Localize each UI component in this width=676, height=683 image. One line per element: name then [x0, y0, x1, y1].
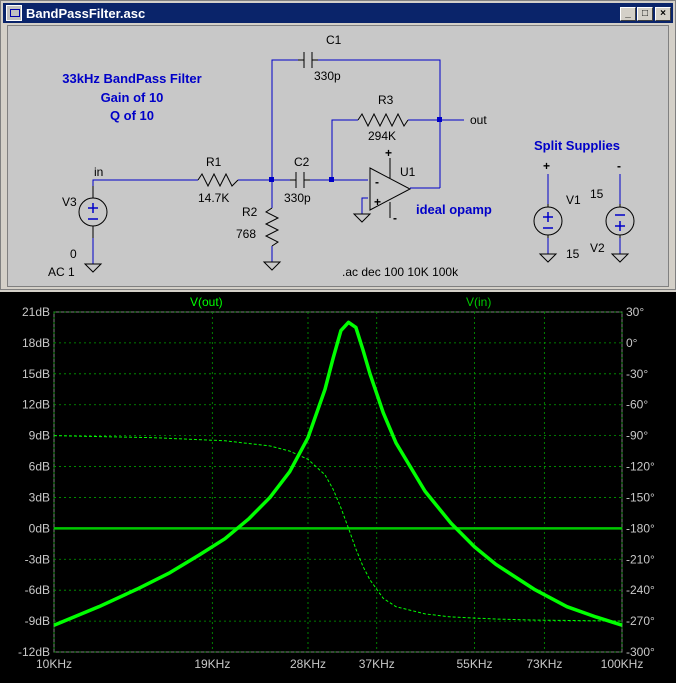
- y-tick-left: 18dB: [22, 336, 50, 350]
- v1-value: 15: [566, 247, 580, 261]
- c2-label: C2: [294, 155, 310, 169]
- y-tick-left: 21dB: [22, 305, 50, 319]
- out-net-label: out: [470, 113, 487, 127]
- c1-label: C1: [326, 33, 342, 47]
- in-net-label: in: [94, 165, 103, 179]
- c2-value: 330p: [284, 191, 311, 205]
- note-title[interactable]: 33kHz BandPass Filter: [62, 71, 201, 86]
- opamp-vminus-mark: -: [393, 211, 397, 225]
- y-tick-right: -90°: [626, 429, 648, 443]
- axis-ticks: 21dB 18dB 15dB 12dB 9dB 6dB 3dB 0dB -3dB -6dB -9dB…: [18, 305, 655, 671]
- y-tick-left: -9dB: [25, 614, 50, 628]
- r2-resistor[interactable]: [264, 207, 280, 247]
- x-tick: 73KHz: [526, 657, 562, 671]
- schematic-canvas[interactable]: - + + - C1 330p R3 294K out in R1 14.7K …: [7, 25, 669, 287]
- title-bar[interactable]: BandPassFilter.asc _ □ ×: [3, 3, 673, 23]
- note-q[interactable]: Q of 10: [110, 108, 154, 123]
- schematic-window: BandPassFilter.asc _ □ × - + + - C1 330p…: [0, 0, 676, 290]
- v1-label: V1: [566, 193, 581, 207]
- r1-resistor[interactable]: [197, 172, 239, 188]
- c2-capacitor[interactable]: [290, 172, 310, 188]
- v3-label: V3: [62, 195, 77, 209]
- series: [53, 320, 623, 627]
- x-tick: 28KHz: [290, 657, 326, 671]
- r3-label: R3: [378, 93, 394, 107]
- v1-plus-mark: +: [543, 159, 550, 173]
- ground-icons: [83, 213, 630, 273]
- c1-value: 330p: [314, 69, 341, 83]
- v2-minus-mark: -: [617, 159, 621, 173]
- x-tick: 10KHz: [36, 657, 72, 671]
- split-supplies-note[interactable]: Split Supplies: [534, 138, 620, 153]
- r3-resistor[interactable]: [357, 112, 409, 128]
- window-title: BandPassFilter.asc: [26, 5, 146, 21]
- opamp-vplus-mark: +: [385, 146, 392, 160]
- v2-value: 15: [590, 187, 604, 201]
- y-tick-left: 0dB: [29, 521, 50, 535]
- x-tick: 37KHz: [359, 657, 395, 671]
- r1-value: 14.7K: [198, 191, 229, 205]
- opamp-plus-sign: +: [374, 195, 381, 209]
- y-tick-right: -240°: [626, 583, 655, 597]
- y-tick-right: -60°: [626, 398, 648, 412]
- series-vout-line: [53, 320, 623, 627]
- opamp-minus-sign: -: [375, 175, 379, 189]
- junction-dots: [269, 117, 442, 182]
- x-tick: 55KHz: [457, 657, 493, 671]
- y-tick-left: -6dB: [25, 583, 50, 597]
- r2-value: 768: [236, 227, 256, 241]
- ideal-opamp-note[interactable]: ideal opamp: [416, 202, 492, 217]
- y-tick-right: -30°: [626, 367, 648, 381]
- y-tick-right: 0°: [626, 336, 638, 350]
- x-tick: 19KHz: [194, 657, 230, 671]
- r3-value: 294K: [368, 129, 396, 143]
- v3-ac: AC 1: [48, 265, 75, 279]
- c1-capacitor[interactable]: [298, 52, 318, 68]
- x-tick: 100KHz: [601, 657, 644, 671]
- maximize-button[interactable]: □: [637, 7, 653, 21]
- y-tick-left: 3dB: [29, 490, 50, 504]
- grid: [53, 311, 623, 653]
- y-tick-right: -180°: [626, 521, 655, 535]
- y-tick-right: -120°: [626, 460, 655, 474]
- close-button[interactable]: ×: [655, 7, 671, 21]
- y-tick-right: -210°: [626, 552, 655, 566]
- ac-directive[interactable]: .ac dec 100 10K 100k: [342, 265, 459, 279]
- legend-vout[interactable]: V(out): [190, 295, 223, 309]
- y-tick-right: -150°: [626, 490, 655, 504]
- y-tick-right: 30°: [626, 305, 644, 319]
- y-tick-left: -3dB: [25, 552, 50, 566]
- legend-vin[interactable]: V(in): [466, 295, 491, 309]
- note-gain[interactable]: Gain of 10: [101, 90, 164, 105]
- u1-label: U1: [400, 165, 416, 179]
- y-tick-left: 9dB: [29, 429, 50, 443]
- y-tick-right: -270°: [626, 614, 655, 628]
- schematic-icon: [6, 5, 22, 21]
- v3-value: 0: [70, 247, 77, 261]
- y-tick-left: 12dB: [22, 398, 50, 412]
- y-tick-left: 15dB: [22, 367, 50, 381]
- bode-plot[interactable]: 21dB 18dB 15dB 12dB 9dB 6dB 3dB 0dB -3dB -6dB -9dB…: [0, 292, 676, 683]
- r1-label: R1: [206, 155, 222, 169]
- y-tick-left: 6dB: [29, 460, 50, 474]
- r2-label: R2: [242, 205, 258, 219]
- plot-frame: [53, 311, 623, 653]
- v2-label: V2: [590, 241, 605, 255]
- minimize-button[interactable]: _: [620, 7, 636, 21]
- waveform-plot-pane[interactable]: 21dB 18dB 15dB 12dB 9dB 6dB 3dB 0dB -3dB -6dB -9dB…: [0, 292, 676, 683]
